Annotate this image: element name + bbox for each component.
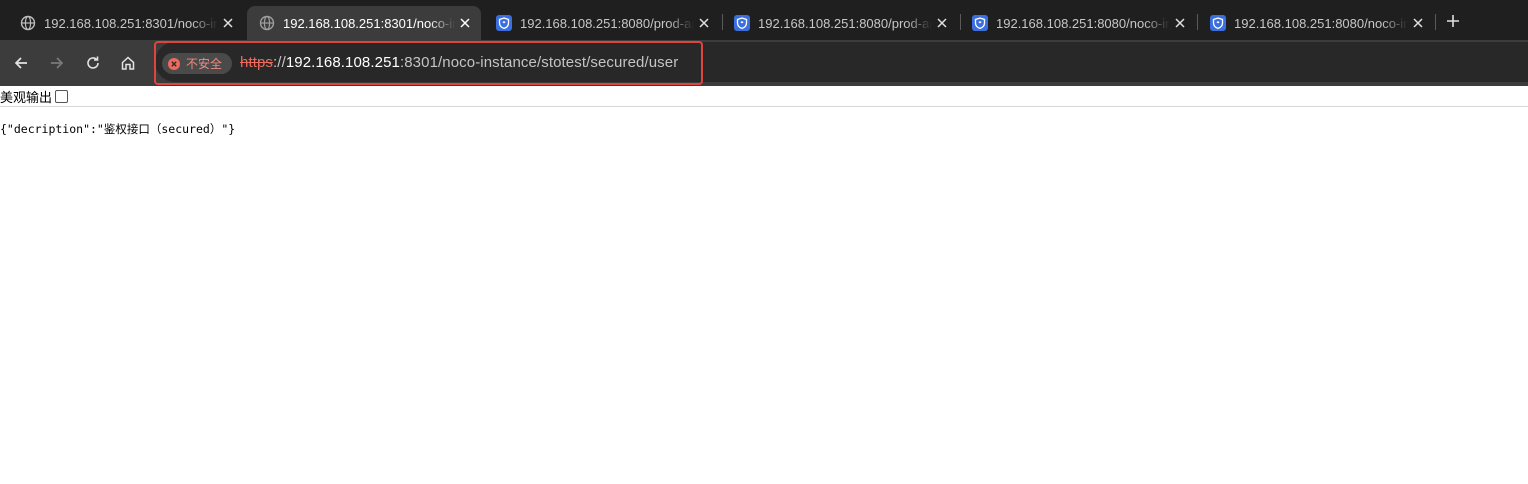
shield-app-icon xyxy=(496,15,512,31)
tab[interactable]: 192.168.108.251:8080/prod-api xyxy=(722,6,958,40)
tab-close-button[interactable] xyxy=(694,13,714,33)
url-separator: :// xyxy=(273,54,286,71)
tab-title: 192.168.108.251:8301/noco-instance/stote… xyxy=(44,15,218,31)
reload-button[interactable] xyxy=(80,50,106,76)
url-path: :8301/noco-instance/stotest/secured/user xyxy=(399,54,679,71)
pretty-print-label: 美观输出 xyxy=(0,91,53,106)
close-icon xyxy=(699,18,709,28)
not-secure-icon xyxy=(168,57,180,70)
tab-separator xyxy=(1435,14,1436,30)
pretty-print-checkbox[interactable] xyxy=(55,90,69,103)
close-icon xyxy=(937,18,947,28)
security-indicator[interactable]: 不安全 xyxy=(162,53,232,74)
plus-icon xyxy=(1447,15,1459,27)
tab-close-button[interactable] xyxy=(1408,13,1428,33)
reload-icon xyxy=(87,56,99,69)
arrow-left-icon xyxy=(14,57,27,69)
response-body: {"decription":"鉴权接口（secured）"} xyxy=(0,122,236,136)
tab[interactable]: 192.168.108.251:8301/noco-instance/stote… xyxy=(8,6,244,40)
tab-close-button[interactable] xyxy=(932,13,952,33)
arrow-right-icon xyxy=(51,57,64,69)
tab-title: 192.168.108.251:8080/prod-api xyxy=(520,15,694,31)
tab[interactable]: 192.168.108.251:8080/noco-instance xyxy=(1198,6,1434,40)
close-icon xyxy=(223,18,233,28)
globe-icon xyxy=(259,15,275,31)
security-label: 不安全 xyxy=(186,57,223,71)
tab[interactable]: 192.168.108.251:8080/prod-api xyxy=(484,6,720,40)
url-host: 192.168.108.251 xyxy=(285,54,400,71)
url-scheme: https xyxy=(240,54,274,71)
tab-active[interactable]: 192.168.108.251:8301/noco-instance/stote… xyxy=(247,6,481,40)
shield-app-icon xyxy=(972,15,988,31)
new-tab-button[interactable] xyxy=(1441,9,1465,33)
shield-app-icon xyxy=(1210,15,1226,31)
globe-icon xyxy=(20,15,36,31)
tab-title: 192.168.108.251:8080/prod-api xyxy=(758,15,932,31)
url-text[interactable]: https://192.168.108.251:8301/noco-instan… xyxy=(240,54,678,71)
back-button[interactable] xyxy=(8,50,34,76)
tab-title: 192.168.108.251:8301/noco-instance/stote… xyxy=(283,15,455,31)
shield-app-icon xyxy=(734,15,750,31)
home-button[interactable] xyxy=(115,50,141,76)
tab-close-button[interactable] xyxy=(1170,13,1190,33)
tab-strip: 192.168.108.251:8301/noco-instance/stote… xyxy=(0,0,1528,40)
close-icon xyxy=(460,18,470,28)
tab-close-button[interactable] xyxy=(218,13,238,33)
tab[interactable]: 192.168.108.251:8080/noco-instance xyxy=(960,6,1196,40)
close-icon xyxy=(1413,18,1423,28)
home-icon xyxy=(121,56,135,70)
tab-title: 192.168.108.251:8080/noco-instance xyxy=(996,15,1170,31)
pretty-print-bar: 美观输出 xyxy=(0,87,1528,107)
tab-title: 192.168.108.251:8080/noco-instance xyxy=(1234,15,1408,31)
tab-close-button[interactable] xyxy=(455,13,475,33)
forward-button[interactable] xyxy=(44,50,70,76)
close-icon xyxy=(1175,18,1185,28)
